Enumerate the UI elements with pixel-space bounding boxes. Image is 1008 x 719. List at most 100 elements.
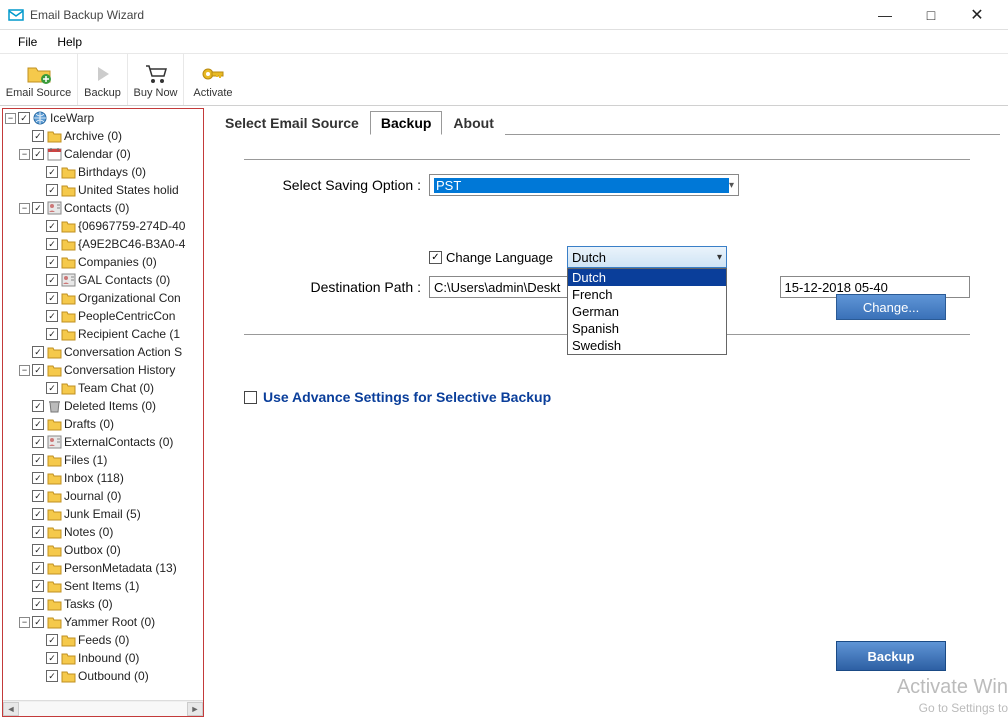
checkbox-icon[interactable]: ✓ xyxy=(18,112,30,124)
checkbox-icon[interactable]: ✓ xyxy=(32,148,44,160)
tree-node[interactable]: ✓Team Chat (0) xyxy=(3,379,203,397)
checkbox-icon[interactable]: ✓ xyxy=(32,436,44,448)
tree-node[interactable]: ✓Organizational Con xyxy=(3,289,203,307)
language-option[interactable]: Spanish xyxy=(568,320,726,337)
tree-node[interactable]: ✓{A9E2BC46-B3A0-4 xyxy=(3,235,203,253)
checkbox-icon[interactable]: ✓ xyxy=(32,508,44,520)
language-option[interactable]: Swedish xyxy=(568,337,726,354)
horizontal-scrollbar[interactable]: ◄ ► xyxy=(3,700,203,716)
tree-node[interactable]: ✓Companies (0) xyxy=(3,253,203,271)
tree-node[interactable]: ✓ExternalContacts (0) xyxy=(3,433,203,451)
tree-node[interactable]: ✓Feeds (0) xyxy=(3,631,203,649)
change-path-button[interactable]: Change... xyxy=(836,294,946,320)
language-option[interactable]: German xyxy=(568,303,726,320)
checkbox-icon[interactable]: ✓ xyxy=(46,652,58,664)
checkbox-icon[interactable]: ✓ xyxy=(46,292,58,304)
advance-settings-label[interactable]: Use Advance Settings for Selective Backu… xyxy=(263,389,551,405)
expander-icon[interactable]: − xyxy=(19,365,30,376)
tree-node[interactable]: −✓Conversation History xyxy=(3,361,203,379)
checkbox-icon[interactable]: ✓ xyxy=(32,490,44,502)
tree-node[interactable]: ✓Sent Items (1) xyxy=(3,577,203,595)
folder-icon xyxy=(60,651,76,665)
checkbox-icon[interactable]: ✓ xyxy=(46,220,58,232)
checkbox-icon[interactable]: ✓ xyxy=(32,130,44,142)
checkbox-icon[interactable]: ✓ xyxy=(32,418,44,430)
advance-settings-checkbox[interactable] xyxy=(244,391,257,404)
tree-node[interactable]: ✓Birthdays (0) xyxy=(3,163,203,181)
tree-node[interactable]: ✓Outbound (0) xyxy=(3,667,203,685)
tree-node[interactable]: ✓Conversation Action S xyxy=(3,343,203,361)
expander-icon[interactable]: − xyxy=(19,617,30,628)
tree-node[interactable]: ✓{06967759-274D-40 xyxy=(3,217,203,235)
tree-node[interactable]: ✓PeopleCentricCon xyxy=(3,307,203,325)
buy-now-button[interactable]: Buy Now xyxy=(128,54,184,105)
checkbox-icon[interactable]: ✓ xyxy=(46,328,58,340)
tree-node[interactable]: −✓Contacts (0) xyxy=(3,199,203,217)
tree-node[interactable]: ✓Files (1) xyxy=(3,451,203,469)
change-language-checkbox[interactable]: ✓ Change Language xyxy=(429,250,553,265)
tree-node[interactable]: ✓Deleted Items (0) xyxy=(3,397,203,415)
scroll-right-arrow[interactable]: ► xyxy=(187,702,203,716)
tree-node[interactable]: ✓GAL Contacts (0) xyxy=(3,271,203,289)
language-select[interactable]: Dutch ▾ DutchFrenchGermanSpanishSwedish xyxy=(567,246,727,268)
minimize-button[interactable]: — xyxy=(862,0,908,30)
checkbox-icon[interactable]: ✓ xyxy=(46,670,58,682)
email-source-button[interactable]: Email Source xyxy=(0,54,78,105)
checkbox-icon[interactable]: ✓ xyxy=(32,598,44,610)
checkbox-icon[interactable]: ✓ xyxy=(46,274,58,286)
activate-button[interactable]: Activate xyxy=(184,54,242,105)
tree-node[interactable]: ✓Tasks (0) xyxy=(3,595,203,613)
tree-node[interactable]: −✓IceWarp xyxy=(3,109,203,127)
menu-file[interactable]: File xyxy=(8,33,47,51)
expander-icon[interactable]: − xyxy=(19,203,30,214)
maximize-button[interactable]: □ xyxy=(908,0,954,30)
tree-node[interactable]: ✓Notes (0) xyxy=(3,523,203,541)
checkbox-icon[interactable]: ✓ xyxy=(46,184,58,196)
tree-node[interactable]: ✓Inbound (0) xyxy=(3,649,203,667)
checkbox-icon[interactable]: ✓ xyxy=(46,310,58,322)
checkbox-icon[interactable]: ✓ xyxy=(32,454,44,466)
backup-button[interactable]: Backup xyxy=(836,641,946,671)
checkbox-icon[interactable]: ✓ xyxy=(46,238,58,250)
checkbox-icon[interactable]: ✓ xyxy=(46,634,58,646)
tree-node[interactable]: ✓Drafts (0) xyxy=(3,415,203,433)
language-dropdown[interactable]: DutchFrenchGermanSpanishSwedish xyxy=(567,268,727,355)
tree-node[interactable]: −✓Calendar (0) xyxy=(3,145,203,163)
expander-icon[interactable]: − xyxy=(5,113,16,124)
tree-node[interactable]: ✓Inbox (118) xyxy=(3,469,203,487)
checkbox-icon[interactable]: ✓ xyxy=(46,166,58,178)
checkbox-icon[interactable]: ✓ xyxy=(32,580,44,592)
close-button[interactable]: ✕ xyxy=(954,0,1000,30)
checkbox-icon[interactable]: ✓ xyxy=(32,346,44,358)
tab-backup[interactable]: Backup xyxy=(370,111,443,135)
language-option[interactable]: French xyxy=(568,286,726,303)
tree-node[interactable]: ✓Outbox (0) xyxy=(3,541,203,559)
tree-node[interactable]: ✓PersonMetadata (13) xyxy=(3,559,203,577)
language-option[interactable]: Dutch xyxy=(568,269,726,286)
checkbox-icon[interactable]: ✓ xyxy=(32,562,44,574)
tree-node[interactable]: −✓Yammer Root (0) xyxy=(3,613,203,631)
tab-about[interactable]: About xyxy=(442,111,504,135)
checkbox-icon[interactable]: ✓ xyxy=(46,256,58,268)
scroll-left-arrow[interactable]: ◄ xyxy=(3,702,19,716)
checkbox-icon[interactable]: ✓ xyxy=(46,382,58,394)
checkbox-icon[interactable]: ✓ xyxy=(32,202,44,214)
checkbox-icon[interactable]: ✓ xyxy=(32,472,44,484)
checkbox-icon[interactable]: ✓ xyxy=(32,526,44,538)
tree-node[interactable]: ✓Archive (0) xyxy=(3,127,203,145)
checkbox-icon[interactable]: ✓ xyxy=(32,544,44,556)
tab-select-email-source[interactable]: Select Email Source xyxy=(214,111,370,135)
scroll-track[interactable] xyxy=(19,702,187,716)
checkbox-icon[interactable]: ✓ xyxy=(32,400,44,412)
tree-node[interactable]: ✓United States holid xyxy=(3,181,203,199)
saving-option-select[interactable]: PST ▾ xyxy=(429,174,739,196)
tree-node[interactable]: ✓Recipient Cache (1 xyxy=(3,325,203,343)
checkbox-icon[interactable]: ✓ xyxy=(32,616,44,628)
folder-tree[interactable]: −✓IceWarp✓Archive (0)−✓Calendar (0)✓Birt… xyxy=(3,109,203,700)
menu-help[interactable]: Help xyxy=(47,33,92,51)
tree-node[interactable]: ✓Junk Email (5) xyxy=(3,505,203,523)
checkbox-icon[interactable]: ✓ xyxy=(32,364,44,376)
expander-icon[interactable]: − xyxy=(19,149,30,160)
backup-button-toolbar[interactable]: Backup xyxy=(78,54,128,105)
tree-node[interactable]: ✓Journal (0) xyxy=(3,487,203,505)
